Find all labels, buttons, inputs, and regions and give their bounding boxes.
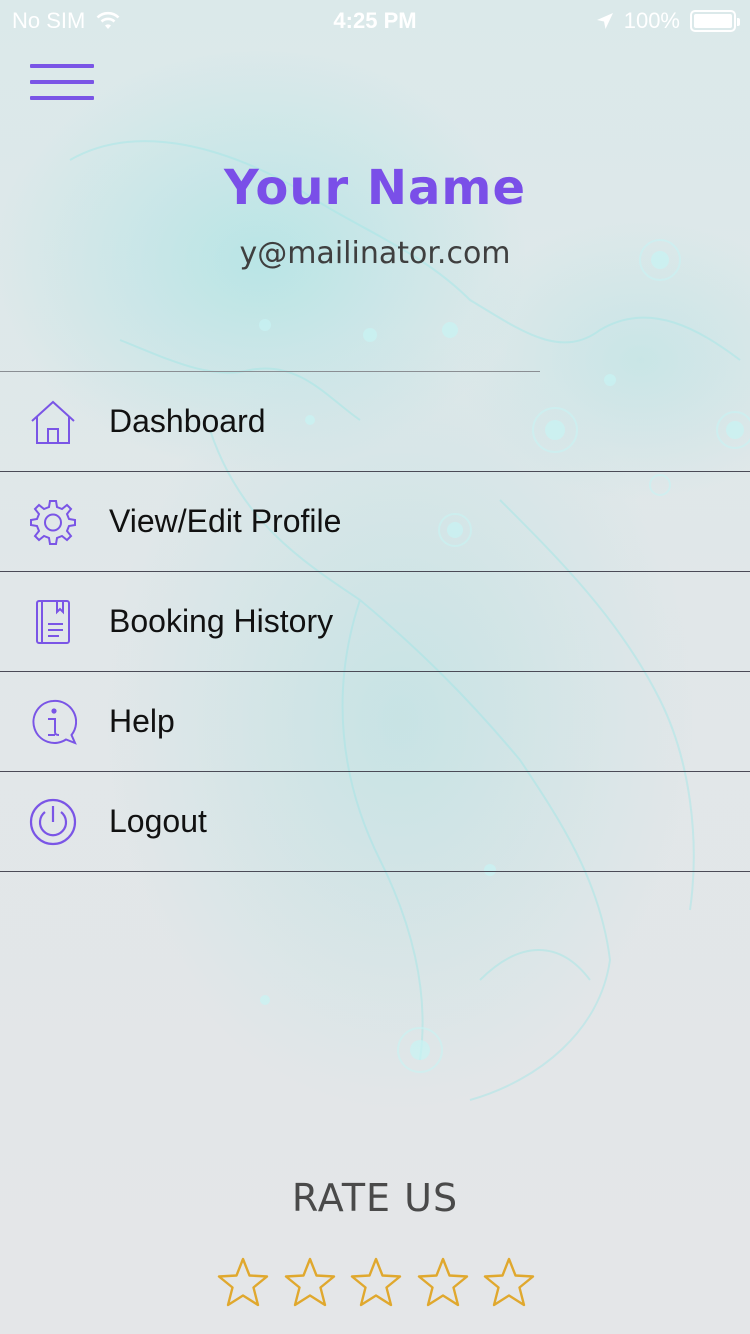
power-icon (28, 797, 78, 847)
book-icon (28, 597, 78, 647)
user-name: Your Name (223, 160, 526, 216)
menu-item-logout[interactable]: Logout (0, 772, 750, 872)
menu-item-label: Logout (109, 803, 207, 839)
menu-item-label: Help (109, 703, 175, 739)
menu-item-label: Dashboard (109, 403, 266, 439)
menu-bar (30, 96, 94, 100)
rate-us-title: RATE US (291, 1176, 459, 1220)
location-arrow-icon (596, 13, 613, 29)
battery-level (694, 14, 732, 28)
status-bar: No SIM 4:25 PM 100% (0, 0, 750, 40)
rating-stars (216, 1256, 536, 1312)
user-email: y@mailinator.com (239, 236, 511, 271)
gear-icon (28, 497, 78, 547)
menu-item-label: Booking History (109, 603, 334, 639)
menu-item-help[interactable]: Help (0, 672, 750, 772)
menu-item-label: View/Edit Profile (109, 503, 342, 539)
star-icon[interactable] (482, 1256, 536, 1310)
menu-bar (30, 80, 94, 84)
star-icon[interactable] (283, 1256, 337, 1310)
battery-percent: 100% (623, 8, 680, 33)
menu-bar (30, 64, 94, 68)
star-icon[interactable] (349, 1256, 403, 1310)
menu-item-dashboard[interactable]: Dashboard (0, 372, 750, 472)
home-icon (28, 397, 78, 447)
star-icon[interactable] (416, 1256, 470, 1310)
star-icon[interactable] (216, 1256, 270, 1310)
status-right: 100% (596, 8, 740, 34)
battery-icon (690, 10, 740, 32)
info-icon (28, 697, 78, 747)
hamburger-menu-icon[interactable] (30, 64, 94, 100)
menu-item-view-edit-profile[interactable]: View/Edit Profile (0, 472, 750, 572)
drawer-menu: Dashboard View/Edit Profile Booking Hist… (0, 372, 750, 872)
menu-item-booking-history[interactable]: Booking History (0, 572, 750, 672)
